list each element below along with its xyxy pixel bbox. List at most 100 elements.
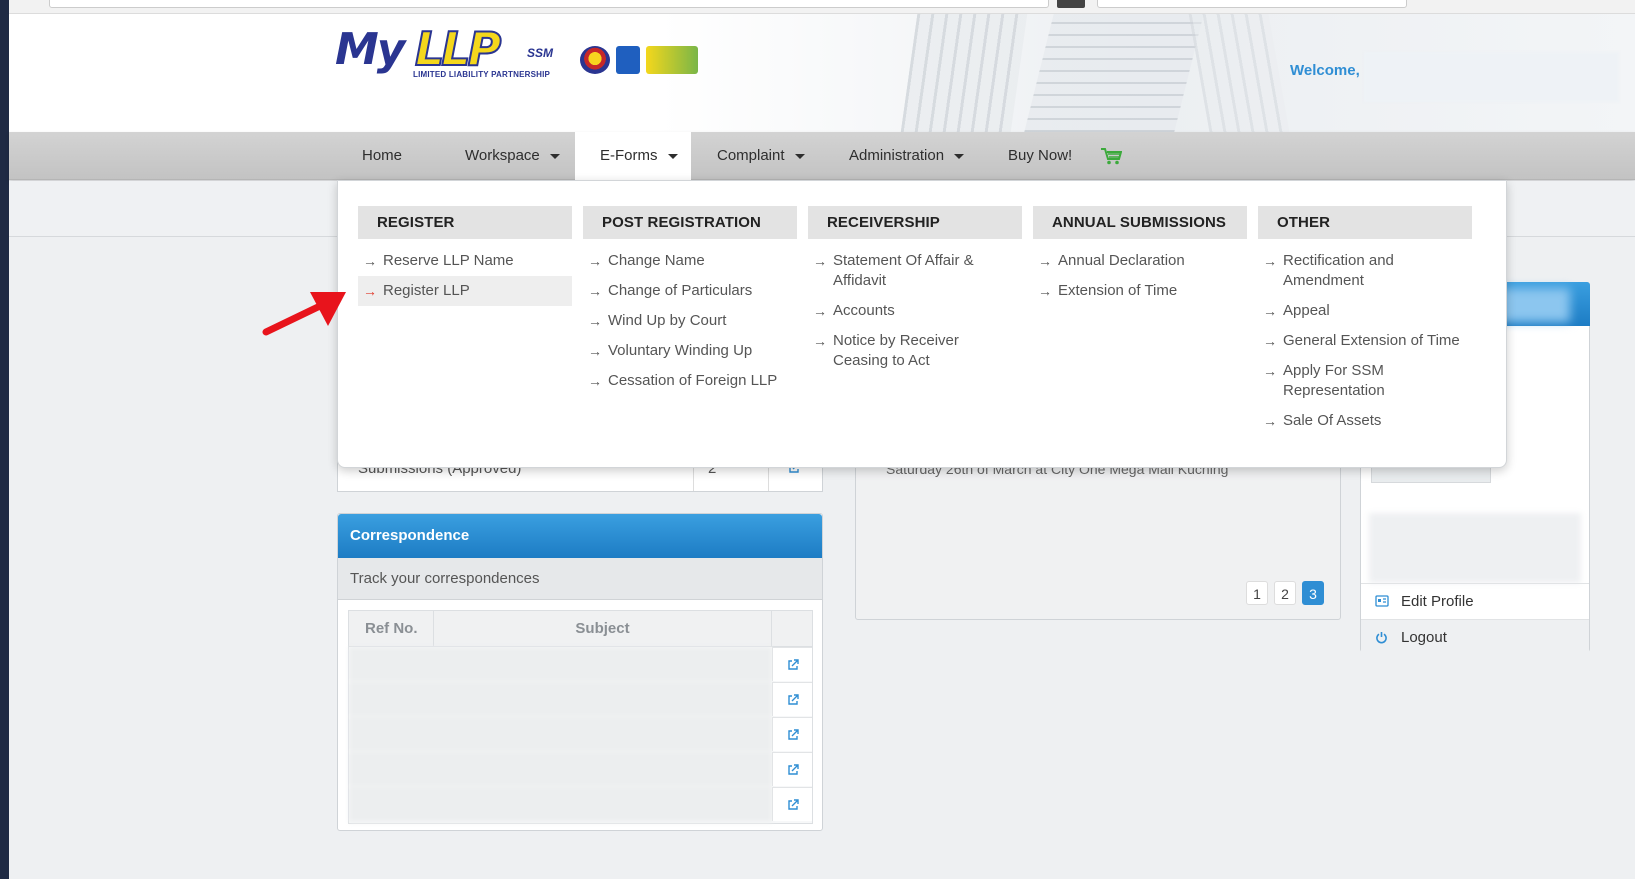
nav-workspace-label: Workspace xyxy=(465,147,540,164)
menu-item-wind-up-by-court[interactable]: → Wind Up by Court xyxy=(583,306,797,336)
menu-item-label: Voluntary Winding Up xyxy=(608,342,753,359)
menu-heading-other: OTHER xyxy=(1258,206,1472,239)
menu-item-label: General Extension of Time xyxy=(1283,332,1460,349)
logout-button[interactable]: Logout xyxy=(1361,619,1589,655)
edit-profile-label: Edit Profile xyxy=(1401,593,1474,610)
table-row-open-link[interactable] xyxy=(772,752,812,786)
menu-item-register-llp[interactable]: → Register LLP xyxy=(358,276,572,306)
table-row-open-link[interactable] xyxy=(772,787,812,821)
id-card-icon xyxy=(1375,595,1389,607)
pager-page-1[interactable]: 1 xyxy=(1246,581,1268,605)
table-row-open-link[interactable] xyxy=(772,647,812,681)
arrow-right-icon: → xyxy=(588,373,602,389)
table-row-open-link[interactable] xyxy=(772,717,812,751)
nav-buy-now-label: Buy Now! xyxy=(1008,147,1073,164)
arrow-right-icon: → xyxy=(813,303,827,319)
menu-item-label: Sale Of Assets xyxy=(1283,412,1382,429)
nav-complaint[interactable]: Complaint xyxy=(717,132,805,180)
menu-item-annual-declaration[interactable]: → Annual Declaration xyxy=(1033,246,1247,276)
menu-item-change-name[interactable]: → Change Name xyxy=(583,246,797,276)
arrow-right-icon: → xyxy=(1263,363,1277,379)
eforms-dropdown-menu: REGISTER → Reserve LLP Name → Register LLP… xyxy=(337,180,1507,468)
menu-column-post-registration: POST REGISTRATION → Change Name → Change o… xyxy=(583,206,797,396)
ssm-logo-icon xyxy=(646,46,698,74)
menu-item-accounts[interactable]: → Accounts xyxy=(808,296,1022,326)
browser-search-box[interactable] xyxy=(1097,0,1407,8)
nav-eforms[interactable]: E-Forms xyxy=(575,132,691,181)
menu-heading-register: REGISTER xyxy=(358,206,572,239)
chevron-down-icon xyxy=(549,153,560,159)
menu-column-register: REGISTER → Reserve LLP Name → Register LLP xyxy=(358,206,572,306)
menu-item-notice-by-receiver[interactable]: → Notice by Receiver Ceasing to Act xyxy=(808,326,1022,376)
welcome-username-redacted xyxy=(1364,52,1619,102)
menu-item-general-extension-of-time[interactable]: → General Extension of Time xyxy=(1258,326,1472,356)
malaysia-crest-icon xyxy=(580,46,610,74)
menu-column-annual-submissions: ANNUAL SUBMISSIONS → Annual Declaration →… xyxy=(1033,206,1247,306)
menu-item-label: Change Name xyxy=(608,252,705,269)
arrow-right-icon: → xyxy=(588,313,602,329)
correspondence-subtitle: Track your correspondences xyxy=(338,558,822,600)
menu-item-label: Accounts xyxy=(833,302,895,319)
edit-profile-button[interactable]: Edit Profile xyxy=(1361,583,1589,619)
header-background-building xyxy=(1024,14,1204,132)
menu-item-label: Notice by Receiver Ceasing to Act xyxy=(833,332,959,369)
nav-administration[interactable]: Administration xyxy=(849,132,965,180)
pager-page-2[interactable]: 2 xyxy=(1274,581,1296,605)
menu-item-statement-of-affair[interactable]: → Statement Of Affair & Affidavit xyxy=(808,246,1022,296)
menu-item-apply-for-ssm-representation[interactable]: → Apply For SSM Representation xyxy=(1258,356,1472,406)
correspondence-panel: Correspondence Track your correspondence… xyxy=(337,513,823,831)
menu-item-label: Appeal xyxy=(1283,302,1330,319)
arrow-right-icon: → xyxy=(363,253,377,269)
shopping-cart-icon[interactable] xyxy=(1100,147,1122,165)
browser-extension-icon[interactable] xyxy=(1057,0,1085,8)
nav-eforms-label: E-Forms xyxy=(600,147,658,164)
profile-details-redacted xyxy=(1369,513,1581,583)
logo-tagline: LIMITED LIABILITY PARTNERSHIP xyxy=(413,70,551,79)
red-annotation-arrow-icon xyxy=(262,292,346,336)
menu-column-receivership: RECEIVERSHIP → Statement Of Affair & Affi… xyxy=(808,206,1022,376)
menu-item-label: Annual Declaration xyxy=(1058,252,1185,269)
menu-item-sale-of-assets[interactable]: → Sale Of Assets xyxy=(1258,406,1472,436)
main-navbar: Home Workspace E-Forms Complaint Adminis… xyxy=(9,132,1635,181)
myllp-logo[interactable]: My LLP SSM LIMITED LIABILITY PARTNERSHIP xyxy=(335,21,565,84)
menu-item-label: Extension of Time xyxy=(1058,282,1178,299)
power-icon xyxy=(1376,632,1387,644)
arrow-right-icon: → xyxy=(813,253,827,269)
menu-item-change-of-particulars[interactable]: → Change of Particulars xyxy=(583,276,797,306)
column-header-ref-no: Ref No. xyxy=(349,611,434,647)
menu-item-voluntary-winding-up[interactable]: → Voluntary Winding Up xyxy=(583,336,797,366)
nav-workspace[interactable]: Workspace xyxy=(465,132,560,180)
menu-item-appeal[interactable]: → Appeal xyxy=(1258,296,1472,326)
external-link-icon xyxy=(788,659,799,670)
correspondence-table: Ref No. Subject xyxy=(348,610,813,824)
menu-heading-annual-submissions: ANNUAL SUBMISSIONS xyxy=(1033,206,1247,239)
column-header-subject: Subject xyxy=(434,611,772,647)
menu-item-label: Rectification and Amendment xyxy=(1283,252,1394,289)
correspondence-rows-redacted xyxy=(349,647,772,823)
pager-page-3[interactable]: 3 xyxy=(1302,581,1324,605)
logout-label: Logout xyxy=(1401,629,1447,646)
arrow-right-icon: → xyxy=(1263,253,1277,269)
nav-administration-label: Administration xyxy=(849,147,945,164)
welcome-label: Welcome, xyxy=(1290,62,1360,79)
menu-item-rectification-and-amendment[interactable]: → Rectification and Amendment xyxy=(1258,246,1472,296)
desktop-edge xyxy=(0,0,9,879)
nav-home[interactable]: Home xyxy=(362,132,402,180)
header-background-building xyxy=(1188,14,1290,132)
menu-item-reserve-llp-name[interactable]: → Reserve LLP Name xyxy=(358,246,572,276)
header-background-building xyxy=(900,14,1028,132)
external-link-icon xyxy=(788,694,799,705)
kpdnhep-logo-icon xyxy=(616,46,640,74)
menu-item-label: Apply For SSM Representation xyxy=(1283,362,1385,399)
menu-item-cessation-of-foreign-llp[interactable]: → Cessation of Foreign LLP xyxy=(583,366,797,396)
browser-address-bar[interactable] xyxy=(49,0,1049,8)
logo-my-text: My xyxy=(335,24,405,75)
arrow-right-icon: → xyxy=(1263,333,1277,349)
nav-home-label: Home xyxy=(362,147,403,164)
external-link-icon xyxy=(788,764,799,775)
nav-buy-now[interactable]: Buy Now! xyxy=(1008,132,1072,180)
table-row-open-link[interactable] xyxy=(772,682,812,716)
menu-item-label: Cessation of Foreign LLP xyxy=(608,372,778,389)
menu-item-extension-of-time[interactable]: → Extension of Time xyxy=(1033,276,1247,306)
menu-column-other: OTHER → Rectification and Amendment → Appe… xyxy=(1258,206,1472,436)
